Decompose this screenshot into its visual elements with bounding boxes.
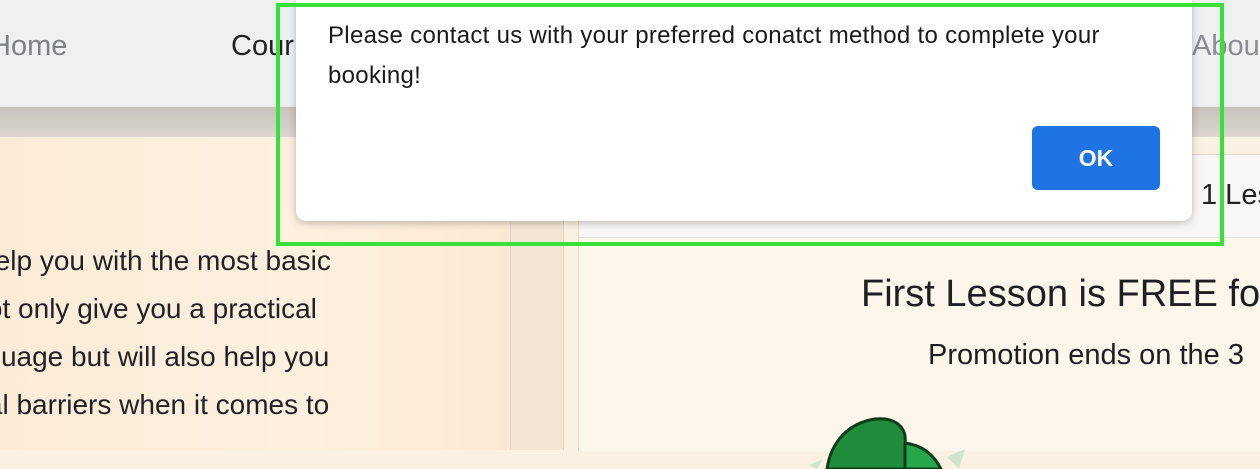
description-line: d not only give you a practical	[0, 293, 317, 324]
description-line: language but will also help you	[0, 341, 330, 372]
dialog-highlight-outline	[276, 3, 1224, 246]
nav-home-link[interactable]: Home	[0, 30, 67, 63]
promo-title: First Lesson is FREE fo	[861, 273, 1260, 315]
promo-subtitle: Promotion ends on the 3	[928, 339, 1244, 371]
dragon-mascot-image	[809, 417, 965, 469]
description-line: ltural barriers when it comes to	[0, 389, 330, 420]
course-description-text: to help you with the most basic d not on…	[0, 237, 528, 429]
